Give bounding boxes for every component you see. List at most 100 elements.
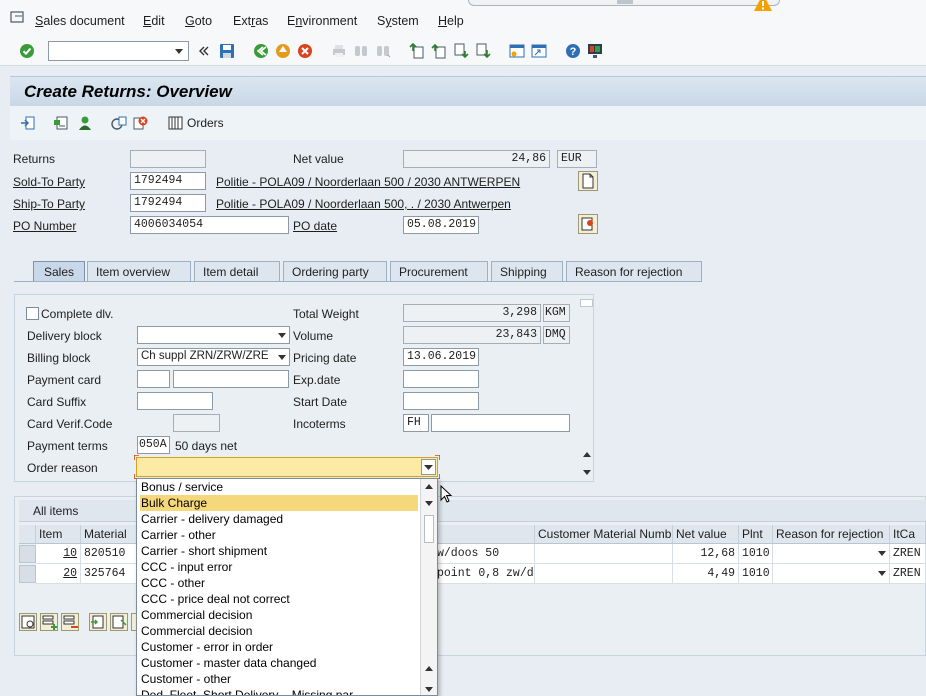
returns-field[interactable]: [130, 150, 206, 168]
delivery-block-select[interactable]: [137, 326, 290, 344]
deselect-all-icon[interactable]: [110, 613, 128, 631]
ship-to-party-label[interactable]: Ship-To Party: [13, 197, 85, 211]
tab-ordering-party[interactable]: Ordering party: [283, 261, 387, 281]
delete-row-icon[interactable]: [61, 613, 79, 631]
po-date-field[interactable]: 05.08.2019: [403, 216, 479, 234]
list-item[interactable]: Carrier - other: [140, 527, 418, 543]
list-item[interactable]: Carrier - delivery damaged: [140, 511, 418, 527]
sold-to-party-field[interactable]: 1792494: [130, 172, 206, 190]
scroll-up-icon[interactable]: [423, 481, 435, 493]
list-item[interactable]: Ded. Fleet, Short Delivery – Missing par: [140, 687, 418, 695]
save-icon[interactable]: [219, 43, 235, 59]
item-category-cell[interactable]: ZREN: [890, 544, 926, 564]
dropdown-scrollbar[interactable]: [420, 479, 437, 695]
chevron-down-icon[interactable]: [876, 567, 888, 579]
insert-row-icon[interactable]: [40, 613, 58, 631]
item-details-icon[interactable]: [19, 613, 37, 631]
item-category-cell[interactable]: ZREN: [890, 564, 926, 584]
list-item[interactable]: CCC - price deal not correct: [140, 591, 418, 607]
first-page-icon[interactable]: [409, 42, 425, 59]
column-header-material[interactable]: Material: [81, 525, 137, 544]
list-item-selected[interactable]: Bulk Charge: [140, 495, 418, 511]
payment-card-number-field[interactable]: [173, 370, 289, 388]
ship-to-party-name[interactable]: Politie - POLA09 / Noorderlaan 500, . / …: [216, 197, 511, 211]
check-icon[interactable]: [19, 43, 35, 59]
delete-item-icon[interactable]: [132, 115, 148, 131]
previous-page-icon[interactable]: [431, 43, 447, 59]
po-number-label[interactable]: PO Number: [13, 219, 76, 233]
scroll-down-icon[interactable]: [423, 683, 435, 695]
help-icon[interactable]: ?: [565, 43, 581, 59]
column-header-item-category[interactable]: ItCa: [890, 525, 926, 544]
description-cell[interactable]: w/doos 50: [437, 544, 535, 564]
chevron-down-icon[interactable]: [171, 42, 188, 60]
list-item[interactable]: CCC - input error: [140, 559, 418, 575]
orders-button[interactable]: Orders: [168, 115, 238, 131]
column-header-description[interactable]: [437, 525, 535, 544]
material-cell[interactable]: 820510: [81, 544, 137, 564]
select-all-icon[interactable]: [89, 613, 107, 631]
po-number-field[interactable]: 4006034054: [130, 216, 289, 234]
tab-item-overview[interactable]: Item overview: [87, 261, 191, 281]
chevron-down-icon[interactable]: [876, 547, 888, 559]
sold-to-party-name[interactable]: Politie - POLA09 / Noorderlaan 500 / 203…: [216, 175, 520, 189]
list-item[interactable]: Commercial decision: [140, 623, 418, 639]
column-header-reason-for-rejection[interactable]: Reason for rejection: [773, 525, 890, 544]
customer-material-cell[interactable]: [535, 564, 673, 584]
column-header-item[interactable]: Item: [36, 525, 81, 544]
billing-block-select[interactable]: Ch suppl ZRN/ZRW/ZRE: [137, 348, 290, 366]
command-field[interactable]: [48, 41, 189, 61]
pricing-date-field[interactable]: 13.06.2019: [403, 348, 479, 366]
column-header-customer-material[interactable]: Customer Material Numb: [535, 525, 673, 544]
exit-icon[interactable]: [275, 43, 291, 59]
list-item[interactable]: Bonus / service: [140, 479, 418, 495]
tab-reason-for-rejection[interactable]: Reason for rejection: [566, 261, 702, 281]
new-session-icon[interactable]: [509, 43, 525, 59]
cancel-icon[interactable]: [297, 43, 313, 59]
availability-icon[interactable]: [111, 115, 127, 131]
scroll-up-icon[interactable]: [423, 663, 435, 675]
scroll-thumb[interactable]: [580, 299, 593, 307]
reason-for-rejection-cell[interactable]: [773, 544, 890, 564]
tab-procurement[interactable]: Procurement: [390, 261, 488, 281]
incoterms-text-field[interactable]: [431, 414, 570, 432]
scroll-up-icon[interactable]: [581, 449, 593, 461]
complete-delivery-checkbox[interactable]: [26, 307, 39, 320]
column-header-net-value[interactable]: Net value: [673, 525, 739, 544]
list-item[interactable]: Carrier - short shipment: [140, 543, 418, 559]
menu-extras[interactable]: Extras: [233, 14, 268, 28]
tab-sales[interactable]: Sales: [33, 261, 85, 281]
plant-cell[interactable]: 1010: [739, 544, 773, 564]
list-item[interactable]: Commercial decision: [140, 607, 418, 623]
menu-edit[interactable]: Edit: [143, 14, 165, 28]
list-item[interactable]: Customer - master data changed: [140, 655, 418, 671]
last-page-icon[interactable]: [475, 43, 491, 59]
start-date-field[interactable]: [403, 392, 479, 410]
menu-environment[interactable]: Environment: [287, 14, 357, 28]
reason-for-rejection-cell[interactable]: [773, 564, 890, 584]
header-document-icon[interactable]: [578, 214, 598, 234]
next-page-icon[interactable]: [453, 43, 469, 59]
monitor-icon[interactable]: [587, 43, 603, 59]
incoterms-code-field[interactable]: FH: [403, 414, 429, 432]
payment-card-type-field[interactable]: [137, 370, 170, 388]
header-detail-icon[interactable]: [53, 115, 69, 131]
tab-item-detail[interactable]: Item detail: [194, 261, 280, 281]
net-value-cell[interactable]: 4,49: [673, 564, 739, 584]
list-item[interactable]: CCC - other: [140, 575, 418, 591]
sold-to-party-label[interactable]: Sold-To Party: [13, 175, 85, 189]
column-header-plant[interactable]: Plnt: [739, 525, 773, 544]
scroll-down-icon[interactable]: [581, 466, 593, 478]
warning-icon[interactable]: [752, 0, 774, 12]
po-date-label[interactable]: PO date: [293, 219, 337, 233]
tab-shipping[interactable]: Shipping: [491, 261, 563, 281]
customer-material-cell[interactable]: [535, 544, 673, 564]
table-corner[interactable]: [19, 525, 36, 544]
plant-cell[interactable]: 1010: [739, 564, 773, 584]
chevron-down-icon[interactable]: [275, 327, 289, 343]
display-doc-flow-icon[interactable]: [20, 115, 36, 131]
menu-help[interactable]: Help: [438, 14, 464, 28]
exp-date-field[interactable]: [403, 370, 479, 388]
partner-icon[interactable]: [77, 115, 93, 131]
row-selector[interactable]: [19, 545, 36, 563]
